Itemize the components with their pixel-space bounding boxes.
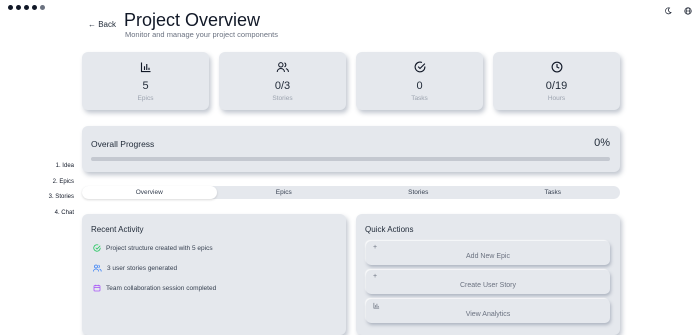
activity-item: Project structure created with 5 epics [93,244,213,252]
stat-value: 0/3 [274,80,291,92]
stat-value: 5 [142,80,149,92]
window-dot[interactable] [40,5,45,10]
activity-item: Team collaboration session completed [93,284,216,292]
stat-card-epics: 5 Epics [82,52,209,110]
quick-actions-card: Quick Actions + Add New Epic + Create Us… [356,214,620,335]
check-circle-icon [93,244,101,252]
activity-text: Project structure created with 5 epics [106,244,213,252]
stat-label: Epics [137,95,154,102]
step-navigation: 1. Idea 2. Epics 3. Stories 4. Chat [46,162,74,224]
top-toolbar [664,7,692,15]
plus-icon: + [373,273,378,280]
plus-icon: + [373,244,378,251]
bar-chart-glyph [373,302,380,309]
create-user-story-button[interactable]: + Create User Story [366,270,610,294]
moon-icon [665,7,672,15]
card-title: Quick Actions [365,225,414,234]
window-dot[interactable] [32,5,37,10]
tab-tasks[interactable]: Tasks [486,186,621,199]
calendar-icon [93,284,101,292]
stat-card-tasks: 0 Tasks [356,52,483,110]
tab-epics[interactable]: Epics [217,186,352,199]
stat-label: Tasks [411,95,428,102]
stat-label: Stories [272,95,293,102]
stat-label: Hours [547,95,566,102]
step-chat[interactable]: 4. Chat [46,209,74,225]
users-icon [93,264,102,272]
globe-icon [684,7,692,15]
tab-stories[interactable]: Stories [351,186,486,199]
quick-action-label: View Analytics [465,311,511,318]
progress-bar [91,157,610,161]
overall-progress-card: Overall Progress 0% [82,126,620,172]
step-epics[interactable]: 2. Epics [46,178,74,194]
language-button[interactable] [684,7,692,15]
view-analytics-button[interactable]: View Analytics [366,299,610,323]
bar-chart-icon [140,62,150,73]
step-idea[interactable]: 1. Idea [46,162,74,178]
window-dot[interactable] [24,5,29,10]
stat-card-stories: 0/3 Stories [219,52,346,110]
window-controls [8,5,45,10]
window-dot[interactable] [16,5,21,10]
quick-action-label: Add New Epic [466,253,510,260]
quick-action-label: Create User Story [459,282,517,289]
clock-icon [551,61,562,73]
stat-value: 0/19 [545,80,568,92]
check-circle-icon [414,61,425,73]
card-title: Recent Activity [91,225,144,234]
stat-card-hours: 0/19 Hours [493,52,620,110]
activity-text: Team collaboration session completed [106,284,217,292]
add-new-epic-button[interactable]: + Add New Epic [366,241,610,265]
activity-item: 3 user stories generated [93,264,177,272]
progress-percent: 0% [594,137,610,149]
tab-bar: Overview Epics Stories Tasks [82,186,620,199]
activity-text: 3 user stories generated [107,264,178,272]
page-subtitle: Monitor and manage your project componen… [125,30,279,39]
window-dot[interactable] [8,5,13,10]
page-title: Project Overview [124,10,261,30]
stat-value: 0 [416,80,423,92]
back-button[interactable]: ← Back [88,20,116,29]
step-stories[interactable]: 3. Stories [46,193,74,209]
dark-mode-toggle[interactable] [664,7,672,15]
tab-overview[interactable]: Overview [82,186,217,199]
stats-row: 5 Epics 0/3 Stories 0 Tasks 0/19 Hours [82,52,620,110]
recent-activity-card: Recent Activity Project structure create… [82,214,346,335]
users-icon [276,62,289,73]
progress-label: Overall Progress [91,139,155,149]
